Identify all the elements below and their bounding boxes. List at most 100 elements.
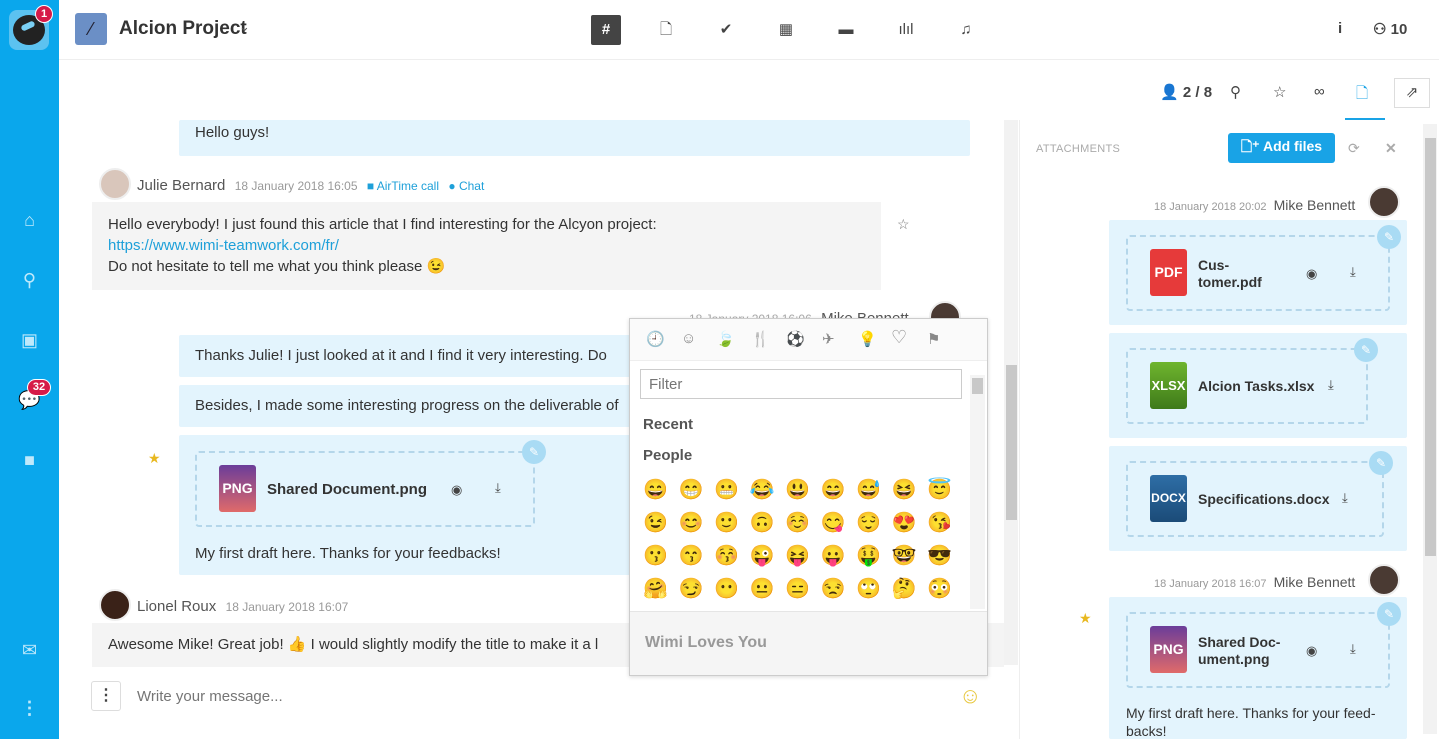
emoji-item[interactable]: 😂	[745, 474, 781, 507]
emoji-item[interactable]: 🤗	[638, 573, 674, 606]
file-name[interactable]: Shared Doc- ument.png	[1198, 634, 1280, 668]
chevron-down-icon[interactable]: ⌄	[239, 19, 250, 35]
flag-icon[interactable]: ⚑	[927, 330, 940, 348]
airplane-icon[interactable]: ✈	[822, 330, 835, 348]
download-icon[interactable]: ⤓	[1350, 641, 1356, 657]
emoji-item[interactable]: 😬	[709, 474, 745, 507]
lightbulb-icon[interactable]: 💡	[858, 330, 877, 348]
avatar[interactable]	[99, 589, 131, 621]
emoji-item[interactable]: 😶	[709, 573, 745, 606]
tab-notifications[interactable]: ♫	[951, 15, 981, 45]
star-icon[interactable]: ☆	[897, 216, 910, 233]
info-icon[interactable]: i	[1338, 20, 1342, 37]
download-icon[interactable]: ⤓	[1342, 490, 1348, 506]
emoji-item[interactable]: 😑	[780, 573, 816, 606]
emoji-item[interactable]: 😅	[851, 474, 887, 507]
file-attachment[interactable]: XLSX Alcion Tasks.xlsx ⤓	[1126, 348, 1368, 424]
external-link-icon[interactable]: ⇗	[1394, 78, 1430, 108]
emoji-item[interactable]: 😄	[816, 474, 852, 507]
emoji-item[interactable]: 😘	[922, 507, 958, 540]
tab-calendar[interactable]: ▦	[771, 15, 801, 45]
emoji-item[interactable]: 😒	[816, 573, 852, 606]
emoji-item[interactable]: 😋	[816, 507, 852, 540]
smiley-icon[interactable]: ☺	[681, 330, 696, 347]
refresh-icon[interactable]: ⟳	[1348, 140, 1360, 157]
star-icon[interactable]: ☆	[1273, 83, 1286, 101]
emoji-item[interactable]: 😆	[887, 474, 923, 507]
video-icon[interactable]: ■	[0, 450, 59, 471]
emoji-filter-input[interactable]	[640, 369, 962, 399]
emoji-item[interactable]: 😇	[922, 474, 958, 507]
emoji-item[interactable]: 😉	[638, 507, 674, 540]
emoji-item[interactable]: 🙄	[851, 573, 887, 606]
emoji-scrollbar[interactable]	[970, 375, 985, 609]
eye-icon[interactable]: ◉	[1306, 266, 1317, 282]
file-name[interactable]: Shared Document.png	[267, 481, 427, 498]
tab-documents[interactable]: 🗋	[651, 15, 681, 45]
eye-icon[interactable]: ◉	[451, 482, 462, 498]
add-files-button[interactable]: 🗋⁺ Add files	[1228, 133, 1335, 163]
emoji-item[interactable]: 😎	[922, 540, 958, 573]
file-attachment[interactable]: DOCX Specifications.docx ⤓	[1126, 461, 1384, 537]
file-name[interactable]: Alcion Tasks.xlsx	[1198, 378, 1314, 394]
mail-icon[interactable]: ✉	[0, 640, 59, 661]
online-members[interactable]: 👤 2 / 8	[1160, 83, 1212, 101]
attachments-scrollbar[interactable]	[1423, 124, 1437, 734]
close-icon[interactable]: ✕	[1385, 140, 1397, 157]
avatar[interactable]	[1368, 186, 1400, 218]
file-name[interactable]: Specifications.docx	[1198, 491, 1329, 507]
emoji-item[interactable]: 😛	[816, 540, 852, 573]
emoji-item[interactable]: 😜	[745, 540, 781, 573]
message-link[interactable]: https://www.wimi-teamwork.com/fr/	[108, 235, 865, 256]
emoji-item[interactable]: 😗	[638, 540, 674, 573]
chat-scrollbar[interactable]	[1004, 120, 1018, 665]
file-attachment[interactable]: PDF Cus- tomer.pdf ◉ ⤓	[1126, 235, 1390, 311]
author-name[interactable]: Lionel Roux	[137, 598, 216, 615]
attachments-icon[interactable]: 🗋	[1356, 83, 1368, 108]
emoji-item[interactable]: 😁	[674, 474, 710, 507]
file-name[interactable]: Cus- tomer.pdf	[1198, 257, 1262, 291]
download-icon[interactable]: ⤓	[1328, 377, 1334, 393]
avatar[interactable]	[99, 168, 131, 200]
emoji-item[interactable]: 😐	[745, 573, 781, 606]
star-icon[interactable]: ★	[148, 450, 161, 467]
food-icon[interactable]: 🍴	[751, 330, 770, 348]
emoji-item[interactable]: 😚	[709, 540, 745, 573]
chat-link[interactable]: ● Chat	[448, 179, 484, 193]
download-icon[interactable]: ⤓	[495, 480, 501, 496]
download-icon[interactable]: ⤓	[1350, 264, 1356, 280]
emoji-item[interactable]: 🙃	[745, 507, 781, 540]
search-icon[interactable]: ⚲	[1230, 83, 1241, 101]
recent-icon[interactable]: 🕘	[646, 330, 665, 348]
emoji-button[interactable]: ☺	[959, 683, 981, 709]
home-icon[interactable]: ⌂	[0, 210, 59, 231]
file-attachment[interactable]: PNG Shared Doc- ument.png ◉ ⤓	[1126, 612, 1390, 688]
search-icon[interactable]: ⚲	[0, 270, 59, 291]
emoji-item[interactable]: 😏	[674, 573, 710, 606]
more-vertical-icon[interactable]: ⋮	[0, 698, 59, 719]
emoji-item[interactable]: 🙂	[709, 507, 745, 540]
emoji-item[interactable]: 😃	[780, 474, 816, 507]
emoji-item[interactable]: 🤑	[851, 540, 887, 573]
more-options-button[interactable]: ⋮	[91, 681, 121, 711]
leaf-icon[interactable]: 🍃	[716, 330, 735, 348]
tab-tasks[interactable]: ✔	[711, 15, 741, 45]
heart-icon[interactable]: ♡	[891, 327, 907, 348]
tab-channel[interactable]: #	[591, 15, 621, 45]
emoji-item[interactable]: 😊	[674, 507, 710, 540]
emoji-item[interactable]: 😌	[851, 507, 887, 540]
emoji-item[interactable]: 😄	[638, 474, 674, 507]
soccer-ball-icon[interactable]: ⚽	[786, 330, 805, 348]
emoji-item[interactable]: 😝	[780, 540, 816, 573]
project-title[interactable]: Alcion Project	[119, 18, 247, 40]
star-icon[interactable]: ★	[1079, 610, 1092, 627]
link-icon[interactable]: ∞	[1314, 83, 1325, 100]
tab-briefcase[interactable]: ▬	[831, 15, 861, 45]
members-button[interactable]: ⚇ 10	[1373, 20, 1407, 38]
emoji-item[interactable]: ☺️	[780, 507, 816, 540]
airtime-call-link[interactable]: ■ AirTime call	[367, 179, 439, 193]
eye-icon[interactable]: ◉	[1306, 643, 1317, 659]
contacts-icon[interactable]: ▣	[0, 330, 59, 351]
emoji-item[interactable]: 🤓	[887, 540, 923, 573]
tab-stats[interactable]: ılıl	[891, 15, 921, 45]
